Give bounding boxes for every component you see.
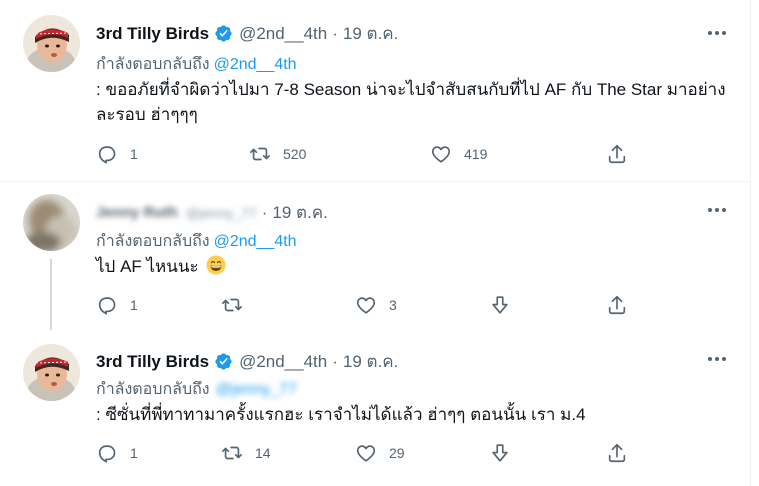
reply-icon [98, 146, 116, 164]
tweet-3[interactable]: 3rd Tilly Birds @2nd__4th · 19 ต.ค. กำลั… [0, 330, 750, 486]
like-button[interactable]: 3 [355, 290, 397, 320]
like-count: 419 [464, 146, 488, 162]
replying-to: กำลังตอบกลับถึง @2nd__4th [96, 52, 297, 77]
tweet-actions: 1 520 419 [96, 139, 636, 169]
reply-icon [98, 297, 116, 315]
avatar[interactable] [23, 344, 80, 401]
downvote-icon [492, 296, 508, 314]
like-count: 3 [389, 297, 397, 313]
author-name[interactable]: Jenny Ruth [96, 204, 178, 221]
retweet-button[interactable] [221, 290, 255, 320]
replying-label: กำลังตอบกลับถึง [96, 56, 210, 73]
tweet-actions: 1 3 [96, 290, 636, 320]
replying-to: กำลังตอบกลับถึง @jenny_77 [96, 377, 297, 402]
replying-mention[interactable]: @2nd__4th [214, 233, 297, 250]
share-icon [608, 295, 626, 315]
replying-label: กำลังตอบกลับถึง [96, 233, 210, 250]
separator-dot: · [261, 202, 268, 222]
reply-button[interactable]: 1 [96, 139, 138, 169]
retweet-icon [250, 147, 270, 161]
retweet-count: 520 [283, 146, 307, 162]
retweet-button[interactable]: 520 [249, 139, 306, 169]
reply-button[interactable]: 1 [96, 438, 138, 468]
thread-connector [50, 259, 52, 330]
tweet-actions: 1 14 29 [96, 438, 636, 468]
like-count: 29 [389, 445, 405, 461]
share-button[interactable] [606, 139, 628, 169]
reply-count: 1 [130, 445, 138, 461]
author-handle[interactable]: @jenny_77 [186, 205, 257, 221]
like-button[interactable]: 419 [430, 139, 487, 169]
retweet-icon [222, 298, 242, 312]
avatar[interactable] [23, 194, 80, 251]
more-options-icon[interactable] [706, 199, 728, 221]
verified-badge-icon [215, 353, 232, 370]
reply-button[interactable]: 1 [96, 290, 138, 320]
author-handle[interactable]: @2nd__4th [239, 24, 327, 44]
tweet-2[interactable]: Jenny Ruth @jenny_77 · 19 ต.ค. กำลังตอบก… [0, 182, 750, 330]
retweet-icon [222, 446, 242, 460]
tweet-text: ไป AF ไหนนะ [96, 254, 736, 279]
tweet-1[interactable]: 3rd Tilly Birds @2nd__4th · 19 ต.ค. กำลั… [0, 0, 750, 182]
avatar[interactable] [23, 15, 80, 72]
more-options-icon[interactable] [706, 22, 728, 44]
separator-dot: · [332, 23, 338, 43]
tweet-date[interactable]: 19 ต.ค. [343, 348, 399, 375]
tweet-text-content: ไป AF ไหนนะ [96, 257, 199, 276]
separator-dot: · [332, 351, 338, 371]
author-name[interactable]: 3rd Tilly Birds [96, 24, 209, 44]
tweet-text: : ซีซั่นที่พี่ทาทามาครั้งแรกฮะ เราจำไม่ไ… [96, 405, 586, 424]
downvote-button[interactable] [489, 438, 511, 468]
reply-icon [98, 445, 116, 463]
heart-icon [356, 445, 376, 462]
timeline-border [750, 0, 751, 486]
replying-label: กำลังตอบกลับถึง [96, 381, 210, 398]
heart-icon [431, 146, 451, 163]
tweet-header: 3rd Tilly Birds @2nd__4th · 19 ต.ค. [96, 20, 398, 47]
downvote-icon [492, 444, 508, 462]
grinning-face-emoji [206, 255, 226, 275]
replying-mention[interactable]: @jenny_77 [216, 381, 297, 398]
tweet-date[interactable]: 19 ต.ค. [272, 199, 328, 226]
retweet-button[interactable]: 14 [221, 438, 271, 468]
replying-mention[interactable]: @2nd__4th [214, 56, 297, 73]
retweet-count: 14 [255, 445, 271, 461]
replying-to: กำลังตอบกลับถึง @2nd__4th [96, 229, 297, 254]
downvote-button[interactable] [489, 290, 511, 320]
tweet-header: Jenny Ruth @jenny_77 · 19 ต.ค. [96, 199, 328, 226]
more-options-icon[interactable] [706, 348, 728, 370]
tweet-date[interactable]: 19 ต.ค. [343, 20, 399, 47]
tweet-text: : ขออภัยที่จำผิดว่าไปมา 7-8 Season น่าจะ… [96, 80, 726, 124]
like-button[interactable]: 29 [355, 438, 405, 468]
tweet-header: 3rd Tilly Birds @2nd__4th · 19 ต.ค. [96, 348, 398, 375]
share-button[interactable] [606, 290, 628, 320]
reply-count: 1 [130, 297, 138, 313]
author-handle[interactable]: @2nd__4th [239, 352, 327, 372]
reply-count: 1 [130, 146, 138, 162]
share-icon [608, 144, 626, 164]
share-icon [608, 443, 626, 463]
verified-badge-icon [215, 25, 232, 42]
share-button[interactable] [606, 438, 628, 468]
heart-icon [356, 297, 376, 314]
author-name[interactable]: 3rd Tilly Birds [96, 352, 209, 372]
